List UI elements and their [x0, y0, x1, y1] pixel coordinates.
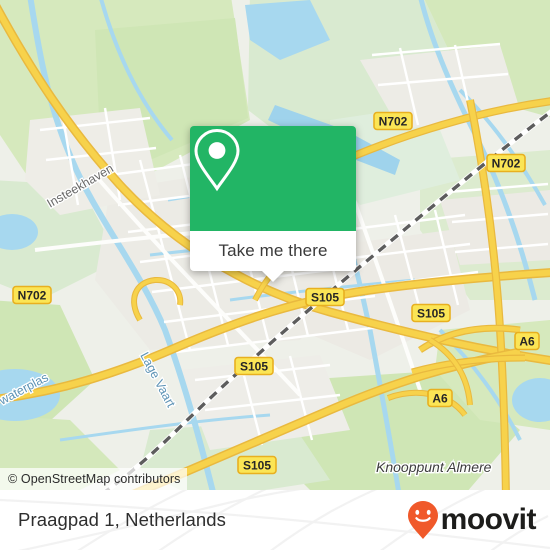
- shield-s105-center: S105: [305, 287, 345, 307]
- shield-n702-left: N702: [12, 285, 52, 305]
- moovit-smiley-pin-icon: [407, 501, 438, 539]
- shield-n702-top-text: N702: [379, 115, 408, 129]
- shield-s105-left: S105: [234, 356, 274, 376]
- popup-action-bar[interactable]: Take me there: [190, 231, 356, 282]
- popup-pointer-tip: [262, 271, 284, 282]
- shield-a6-right: A6: [514, 331, 540, 351]
- shield-s105-bottom-text: S105: [243, 459, 271, 473]
- popup-pin-panel: [190, 126, 356, 231]
- map-screenshot: Insteekhaven Lage Vaart waterplas Knoopp…: [0, 0, 550, 550]
- address-label: Praagpad 1, Netherlands: [18, 509, 226, 530]
- shield-a6-bottom-text: A6: [432, 392, 448, 406]
- shield-n702-topright: N702: [486, 153, 526, 173]
- location-popup-card[interactable]: Take me there: [190, 126, 356, 282]
- label-knooppunt-almere: Knooppunt Almere: [376, 459, 492, 475]
- shield-s105-right: S105: [411, 303, 451, 323]
- shield-a6-bottom: A6: [427, 388, 453, 408]
- take-me-there-label: Take me there: [218, 241, 328, 260]
- map-canvas[interactable]: Insteekhaven Lage Vaart waterplas Knoopp…: [0, 0, 550, 490]
- shield-s105-bottom: S105: [237, 455, 277, 475]
- shield-s105-left-text: S105: [240, 360, 268, 374]
- footer-bar: Praagpad 1, Netherlands moovit: [0, 490, 550, 550]
- shield-s105-center-text: S105: [311, 291, 339, 305]
- map-pin-icon: [194, 128, 240, 192]
- shield-n702-top: N702: [373, 111, 413, 131]
- shield-n702-topright-text: N702: [492, 157, 521, 171]
- moovit-logo[interactable]: moovit: [406, 500, 537, 540]
- osm-attribution[interactable]: © OpenStreetMap contributors: [0, 468, 187, 490]
- shield-s105-right-text: S105: [417, 307, 445, 321]
- moovit-wordmark: moovit: [440, 503, 537, 536]
- shield-a6-right-text: A6: [519, 335, 535, 349]
- shield-n702-left-text: N702: [18, 289, 47, 303]
